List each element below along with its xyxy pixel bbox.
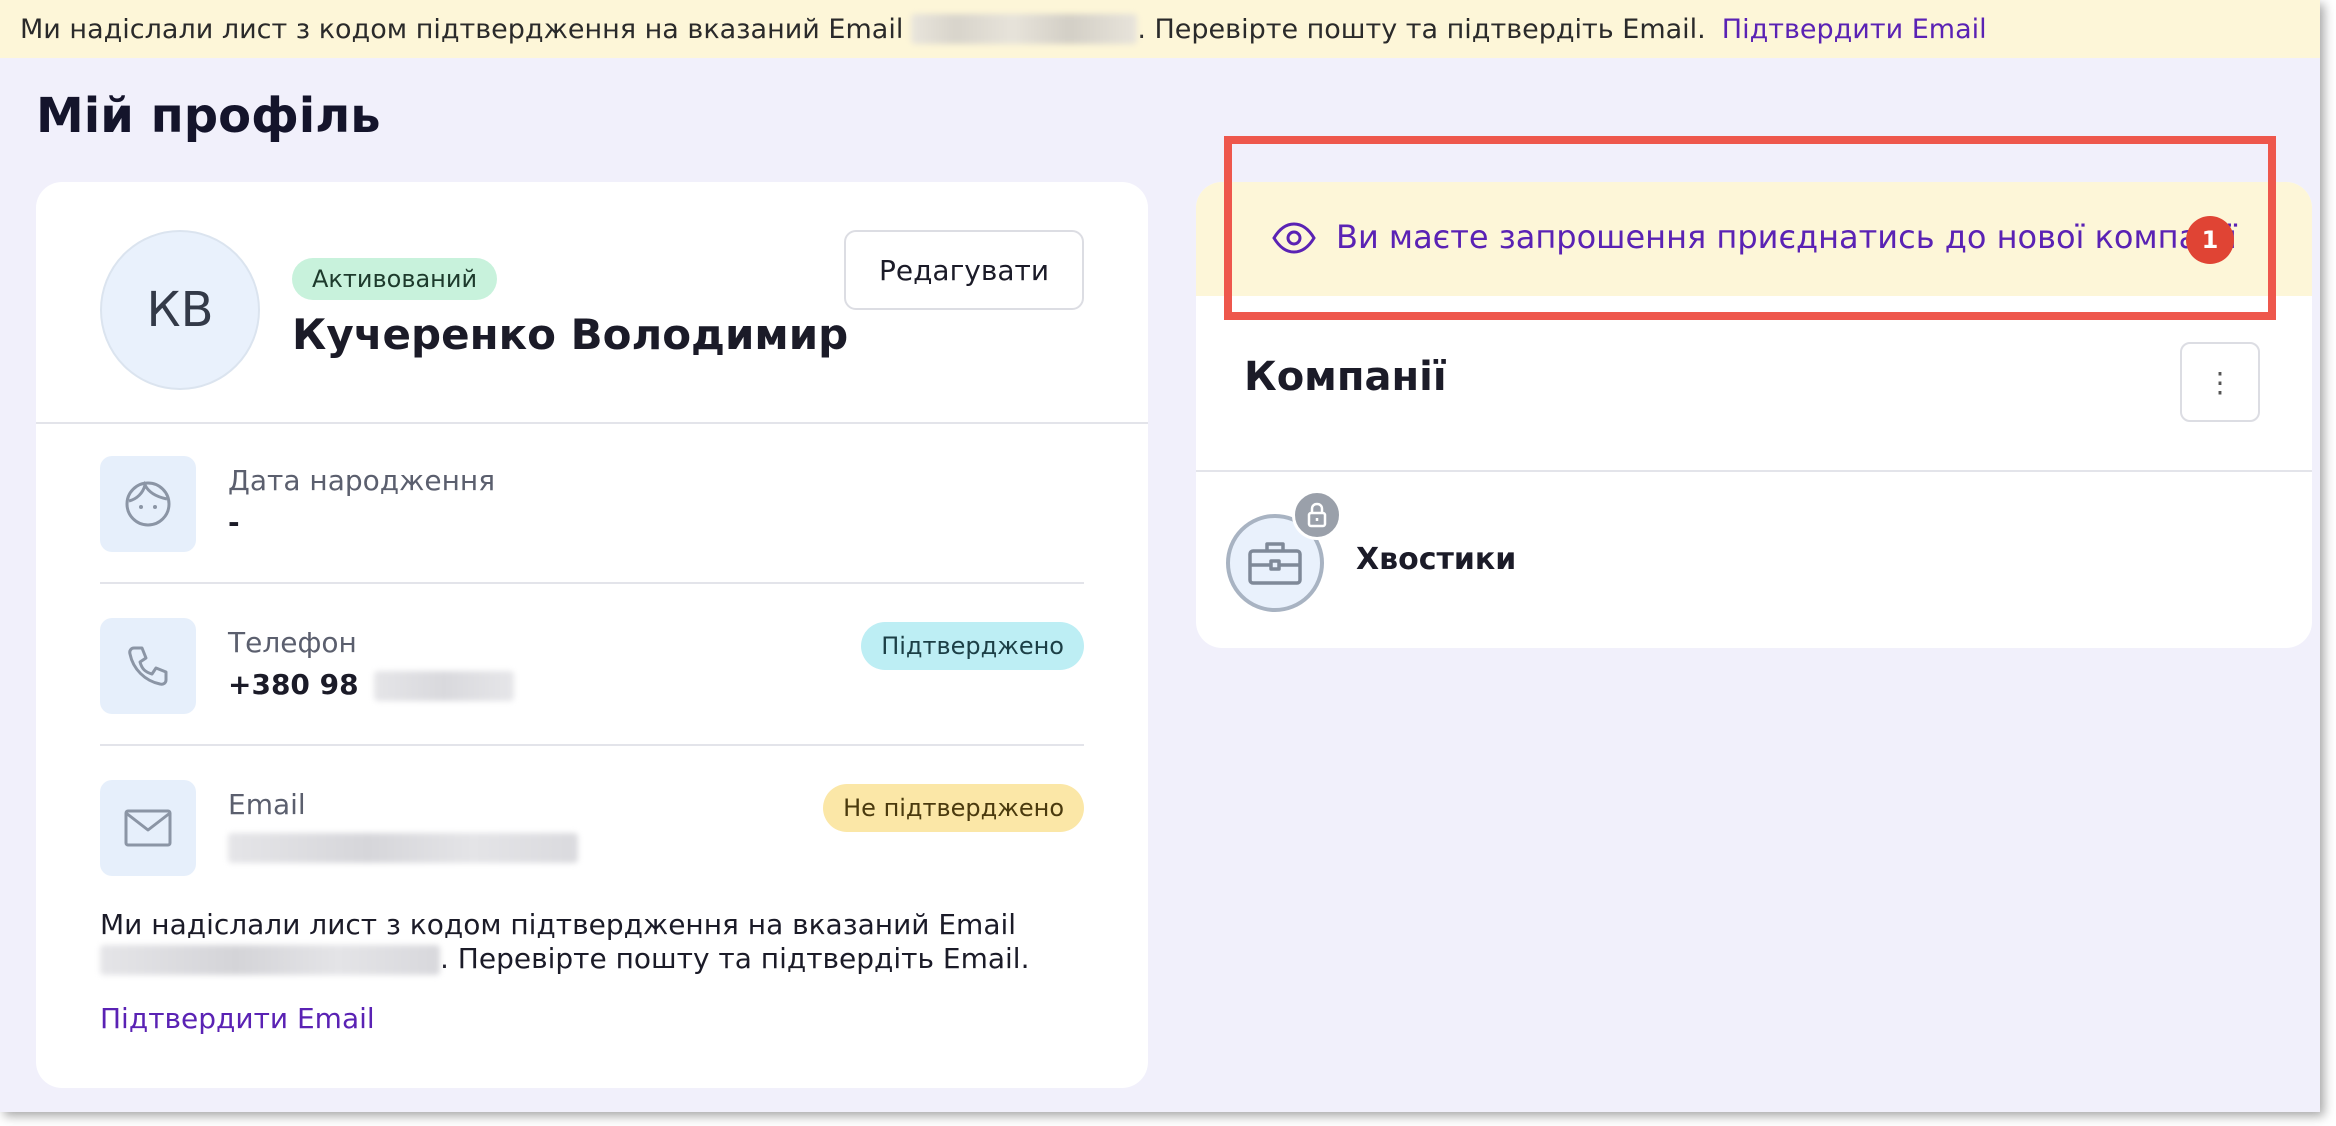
email-label: Email <box>228 788 306 821</box>
phone-verified-badge: Підтверджено <box>861 622 1084 670</box>
birthdate-row: Дата народження - <box>100 456 1084 566</box>
banner-confirm-email-link[interactable]: Підтвердити Email <box>1722 14 1987 45</box>
confirm-email-link[interactable]: Підтвердити Email <box>100 1002 375 1035</box>
email-row: Email Не підтверджено <box>100 780 1084 890</box>
email-note-text-after: . Перевірте пошту та підтвердіть Email. <box>440 942 1030 975</box>
company-name: Хвостики <box>1356 542 1517 577</box>
blurred-phone <box>374 671 515 701</box>
face-icon <box>100 456 196 552</box>
divider <box>36 422 1148 424</box>
companies-menu-button[interactable]: ⋮ <box>2180 342 2260 422</box>
lock-icon <box>1292 490 1342 540</box>
blurred-email <box>911 14 1138 44</box>
divider <box>100 582 1084 584</box>
avatar: КВ <box>100 230 260 390</box>
profile-card: КВ Активований Кучеренко Володимир Редаг… <box>36 182 1148 1088</box>
edit-button[interactable]: Редагувати <box>844 230 1084 310</box>
phone-icon <box>100 618 196 714</box>
email-verification-banner: Ми надіслали лист з кодом підтвердження … <box>0 0 2320 58</box>
mail-icon <box>100 780 196 876</box>
companies-title: Компанії <box>1244 354 1447 400</box>
phone-label: Телефон <box>228 626 357 659</box>
company-item[interactable]: Хвостики <box>1196 472 2312 648</box>
companies-card: Ви маєте запрошення приєднатись до нової… <box>1196 182 2312 648</box>
invite-banner[interactable]: Ви маєте запрошення приєднатись до нової… <box>1196 182 2312 296</box>
eye-icon <box>1272 222 1316 258</box>
more-vertical-icon: ⋮ <box>2206 365 2234 399</box>
user-name: Кучеренко Володимир <box>292 310 849 359</box>
divider <box>100 744 1084 746</box>
email-note: Ми надіслали лист з кодом підтвердження … <box>100 908 1060 976</box>
banner-text: Ми надіслали лист з кодом підтвердження … <box>20 13 904 45</box>
blurred-email <box>100 945 440 975</box>
phone-value: +380 98 <box>228 668 515 701</box>
banner-text-after: . Перевірте пошту та підтвердіть Email. <box>1137 13 1706 45</box>
invite-link[interactable]: Ви маєте запрошення приєднатись до нової… <box>1336 218 2237 256</box>
invite-count-badge: 1 <box>2186 216 2234 264</box>
phone-prefix: +380 98 <box>228 668 359 701</box>
birthdate-value: - <box>228 506 240 539</box>
status-badge: Активований <box>292 258 498 300</box>
blurred-email <box>228 833 578 863</box>
page-title: Мій профіль <box>36 88 381 144</box>
app-window: Ми надіслали лист з кодом підтвердження … <box>0 0 2320 1112</box>
email-unverified-badge: Не підтверджено <box>823 784 1084 832</box>
email-value <box>228 830 578 863</box>
phone-row: Телефон +380 98 Підтверджено <box>100 618 1084 728</box>
birthdate-label: Дата народження <box>228 464 496 497</box>
email-note-text: Ми надіслали лист з кодом підтвердження … <box>100 908 1017 941</box>
